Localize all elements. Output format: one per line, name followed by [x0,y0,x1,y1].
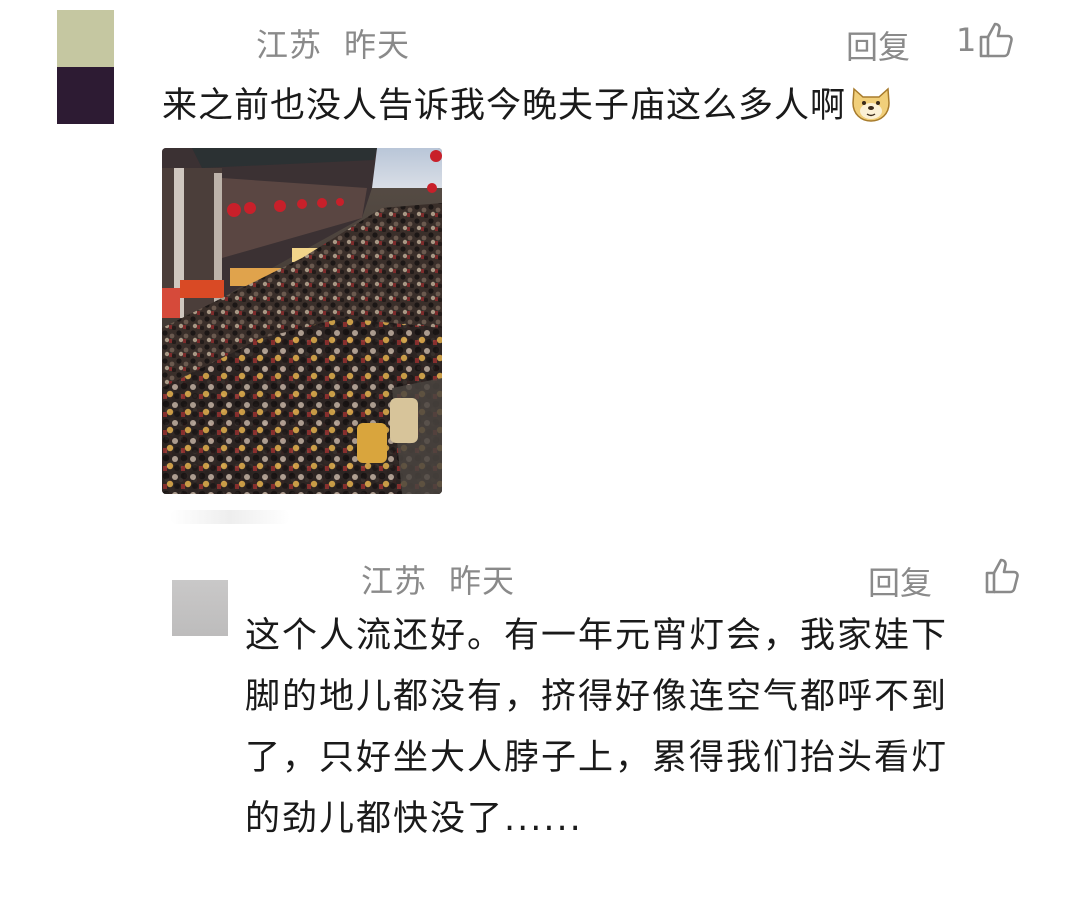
like-button[interactable]: 1 [956,20,1016,60]
thumbs-up-icon [980,22,1014,58]
reply-text-line: 了，只好坐大人脖子上，累得我们抬头看灯 [245,738,949,778]
avatar[interactable] [172,580,228,636]
reply-body: 这个人流还好。有一年元宵灯会，我家娃下 脚的地儿都没有，挤得好像连空气都呼不到 … [245,606,1035,850]
reply-text-line: 这个人流还好。有一年元宵灯会，我家娃下 [245,616,949,656]
like-count: 1 [956,21,977,59]
comment-thread: 江苏 昨天 回复 1 来之前也没人告诉我今晚夫子庙这么多人啊 江苏 昨天 回复 … [0,0,1080,901]
comment-location: 江苏 [256,26,323,64]
reply-text-line: 的劲儿都快没了...... [245,799,583,839]
comment-time: 昨天 [344,26,411,64]
reply-text-line: 脚的地儿都没有，挤得好像连空气都呼不到 [245,677,949,717]
reply-button[interactable]: 回复 [846,22,910,68]
reply-location: 江苏 [361,562,428,600]
crowded-street-photo[interactable] [162,148,442,494]
reply-button[interactable]: 回复 [868,558,932,604]
divider [170,510,290,524]
comment-meta: 江苏 昨天 [256,20,410,66]
comment-body: 来之前也没人告诉我今晚夫子庙这么多人啊 [162,74,892,138]
avatar[interactable] [57,10,114,124]
thumbs-up-icon [985,558,1019,594]
dog-face-emoji [852,87,890,122]
reply-meta: 江苏 昨天 [361,556,515,602]
reply-time: 昨天 [449,562,516,600]
like-button[interactable] [982,556,1022,596]
comment-text: 来之前也没人告诉我今晚夫子庙这么多人啊 [162,86,847,126]
